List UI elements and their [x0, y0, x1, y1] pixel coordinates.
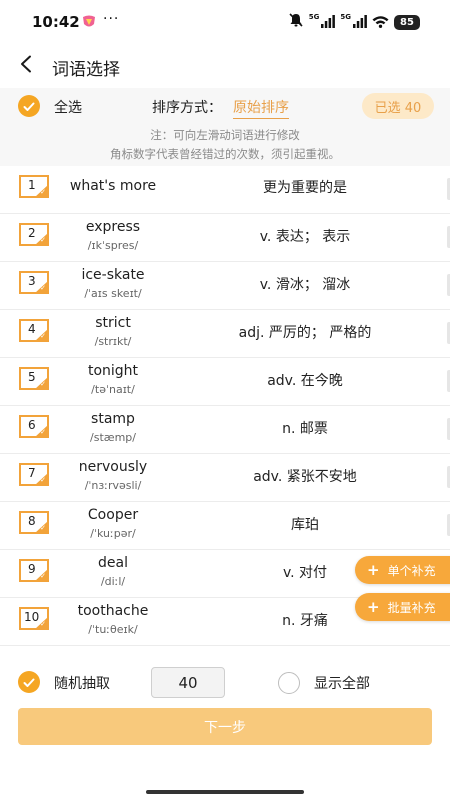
word-phonetic: /ɪkˈspres/ — [87, 239, 139, 252]
random-pick-label[interactable]: 随机抽取 — [54, 673, 110, 693]
app-notification-icon — [81, 14, 97, 30]
word-checkbox[interactable]: 7 ✓ — [19, 463, 49, 486]
checkmark-icon — [23, 97, 35, 116]
signal2-icon — [353, 13, 367, 32]
word-phonetic: /ˈaɪs skeɪt/ — [84, 287, 142, 300]
word-row[interactable]: 4 ✓ strict /strɪkt/ adj. 严厉的； 严格的 — [0, 310, 450, 358]
word-text: strict — [95, 315, 131, 331]
word-row[interactable]: 7 ✓ nervously /ˈnɜːrvəsli/ adv. 紧张不安地 — [0, 454, 450, 502]
signal1-icon — [321, 13, 336, 32]
word-meaning: n. 邮票 — [282, 421, 328, 437]
word-row[interactable]: 8 ✓ Cooper /ˈkuːpər/ 库珀 — [0, 502, 450, 550]
word-phonetic: /strɪkt/ — [94, 335, 132, 348]
show-all-label[interactable]: 显示全部 — [314, 673, 370, 693]
battery-indicator: 85 — [394, 14, 420, 30]
random-pick-checkbox[interactable] — [18, 671, 40, 693]
word-text: tonight — [87, 363, 139, 379]
word-phonetic: /diːl/ — [100, 575, 126, 588]
word-meaning: adv. 紧张不安地 — [253, 469, 357, 485]
show-all-radio[interactable] — [278, 672, 300, 694]
select-all-label[interactable]: 全选 — [54, 97, 82, 117]
add-single-label: 单个补充 — [387, 563, 436, 578]
selected-count-badge: 已选 40 — [362, 93, 434, 119]
word-row[interactable]: 2 ✓ express /ɪkˈspres/ v. 表达； 表示 — [0, 214, 450, 262]
plus-icon: + — [367, 560, 380, 579]
signal1-label: 5G — [308, 13, 320, 21]
hint-line-1: 注：可向左滑动词语进行修改 — [150, 128, 300, 142]
word-phonetic: /stæmp/ — [90, 431, 136, 444]
wifi-icon — [372, 13, 389, 32]
word-text: express — [85, 219, 141, 235]
next-step-button[interactable]: 下一步 — [18, 708, 432, 745]
word-text: ice-skate — [81, 267, 145, 283]
selection-toolbar: 全选 排序方式： 原始排序 已选 40 — [0, 88, 450, 124]
word-meaning: adj. 严厉的； 严格的 — [238, 325, 372, 341]
status-bar: 10:42 ··· 5G 5G 85 — [0, 0, 450, 44]
word-text: toothache — [77, 603, 149, 619]
bottom-bar: 随机抽取 40 显示全部 下一步 — [0, 646, 450, 800]
nav-bar: 词语选择 — [0, 44, 450, 88]
add-single-button[interactable]: + 单个补充 — [355, 556, 450, 584]
word-phonetic: /ˈnɜːrvəsli/ — [84, 479, 142, 492]
hint-notes: 注：可向左滑动词语进行修改 角标数字代表曾经错过的次数，须引起重视。 — [0, 124, 450, 166]
word-checkbox[interactable]: 9 ✓ — [19, 559, 49, 582]
mute-icon — [288, 12, 304, 32]
word-row[interactable]: 5 ✓ tonight /təˈnaɪt/ adv. 在今晚 — [0, 358, 450, 406]
word-checkbox[interactable]: 1 ✓ — [19, 175, 49, 198]
word-text: Cooper — [87, 507, 139, 523]
word-row[interactable]: 1 ✓ what's more 更为重要的是 — [0, 166, 450, 214]
word-text: stamp — [91, 411, 135, 427]
word-meaning: v. 表达； 表示 — [259, 229, 351, 245]
select-all-checkbox[interactable] — [18, 95, 40, 117]
home-indicator[interactable] — [146, 790, 304, 794]
more-notifications-icon: ··· — [103, 11, 120, 27]
plus-icon: + — [367, 597, 380, 616]
pick-count-input[interactable]: 40 — [151, 667, 225, 698]
add-batch-label: 批量补充 — [387, 600, 436, 615]
status-time: 10:42 — [32, 13, 80, 31]
hint-line-2: 角标数字代表曾经错过的次数，须引起重视。 — [110, 147, 340, 161]
word-text: deal — [98, 555, 128, 571]
word-checkbox[interactable]: 6 ✓ — [19, 415, 49, 438]
page-title: 词语选择 — [52, 60, 120, 80]
word-row[interactable]: 6 ✓ stamp /stæmp/ n. 邮票 — [0, 406, 450, 454]
word-checkbox[interactable]: 8 ✓ — [19, 511, 49, 534]
add-batch-button[interactable]: + 批量补充 — [355, 593, 450, 621]
word-text: what's more — [69, 178, 157, 194]
word-phonetic: /təˈnaɪt/ — [91, 383, 135, 396]
signal2-label: 5G — [340, 13, 351, 21]
word-meaning: 库珀 — [291, 517, 319, 533]
word-checkbox[interactable]: 2 ✓ — [19, 223, 49, 246]
sort-dropdown[interactable]: 原始排序 — [233, 97, 289, 119]
word-meaning: v. 滑冰； 溜冰 — [259, 277, 351, 293]
word-meaning: 更为重要的是 — [263, 180, 347, 196]
back-button[interactable] — [12, 52, 40, 80]
word-checkbox[interactable]: 10 ✓ — [19, 607, 49, 630]
back-arrow-icon — [19, 55, 33, 77]
word-checkbox[interactable]: 3 ✓ — [19, 271, 49, 294]
checkmark-icon — [23, 673, 35, 692]
word-text: nervously — [78, 459, 148, 475]
sort-label: 排序方式： — [152, 100, 222, 116]
word-checkbox[interactable]: 4 ✓ — [19, 319, 49, 342]
word-phonetic: /ˈkuːpər/ — [90, 527, 136, 540]
word-meaning: adv. 在今晚 — [267, 373, 343, 389]
word-row[interactable]: 3 ✓ ice-skate /ˈaɪs skeɪt/ v. 滑冰； 溜冰 — [0, 262, 450, 310]
word-phonetic: /ˈtuːθeɪk/ — [88, 623, 138, 636]
word-checkbox[interactable]: 5 ✓ — [19, 367, 49, 390]
